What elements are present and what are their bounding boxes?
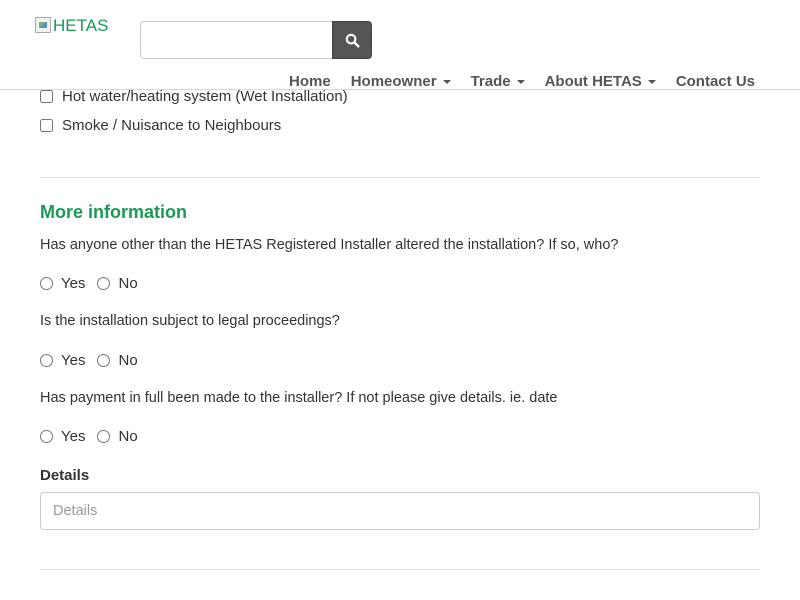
logo-alt-text: HETAS	[53, 16, 109, 35]
nav-item-contact-us[interactable]: Contact Us	[676, 73, 755, 90]
details-input[interactable]	[40, 492, 760, 530]
checkbox-row-smoke-nuisance[interactable]: Smoke / Nuisance to Neighbours	[40, 115, 281, 135]
checkbox-label: Smoke / Nuisance to Neighbours	[62, 116, 282, 134]
radio-no[interactable]	[97, 353, 111, 367]
nav-label: About HETAS	[544, 73, 642, 90]
radio-group-altered: Yes No	[40, 273, 150, 293]
radio-no[interactable]	[97, 276, 111, 290]
radio-label: Yes	[61, 351, 86, 369]
search-form	[140, 21, 372, 59]
nav-label: Home	[289, 73, 331, 90]
radio-yes[interactable]	[40, 353, 53, 367]
radio-label: No	[118, 274, 138, 292]
radio-option-no[interactable]: No	[97, 427, 138, 445]
radio-yes[interactable]	[40, 276, 53, 290]
logo[interactable]: HETAS	[35, 16, 108, 36]
search-button[interactable]	[332, 21, 372, 59]
radio-option-no[interactable]: No	[97, 274, 138, 292]
search-icon	[345, 33, 360, 48]
radio-no[interactable]	[97, 429, 111, 443]
section-divider	[40, 177, 760, 178]
caret-down-icon	[442, 79, 451, 84]
radio-label: No	[118, 351, 138, 369]
nav-label: Contact Us	[675, 73, 755, 90]
nav-label: Homeowner	[350, 73, 437, 90]
nav-item-home[interactable]: Home	[289, 73, 331, 90]
section-divider	[40, 569, 760, 570]
radio-option-yes[interactable]: Yes	[40, 352, 85, 369]
search-input[interactable]	[140, 21, 332, 59]
section-title: More information	[40, 202, 187, 222]
radio-option-yes[interactable]: Yes	[40, 428, 85, 445]
checkbox-smoke-nuisance[interactable]	[40, 118, 53, 132]
checkbox-label: Hot water/heating system (Wet Installati…	[62, 87, 348, 105]
details-label: Details	[40, 467, 90, 484]
radio-label: Yes	[61, 274, 86, 292]
radio-label: Yes	[61, 427, 86, 445]
radio-option-no[interactable]: No	[97, 351, 138, 369]
question-altered-installation: Has anyone other than the HETAS Register…	[40, 237, 619, 253]
caret-down-icon	[516, 79, 525, 84]
radio-option-yes[interactable]: Yes	[40, 275, 85, 292]
nav-item-homeowner[interactable]: Homeowner	[351, 73, 451, 90]
broken-image-icon	[35, 17, 51, 33]
checkbox-wet-installation[interactable]	[40, 89, 53, 103]
nav-item-trade[interactable]: Trade	[471, 73, 525, 90]
radio-label: No	[118, 427, 138, 445]
caret-down-icon	[647, 79, 656, 84]
nav-label: Trade	[470, 73, 511, 90]
question-payment: Has payment in full been made to the ins…	[40, 390, 558, 406]
radio-yes[interactable]	[40, 429, 53, 443]
nav-item-about-hetas[interactable]: About HETAS	[545, 73, 656, 90]
site-header: HETAS Home Homeowner Trade About HETAS C…	[0, 0, 800, 90]
radio-group-legal: Yes No	[40, 350, 150, 370]
main-nav: Home Homeowner Trade About HETAS Contact…	[269, 73, 755, 90]
radio-group-payment: Yes No	[40, 426, 150, 446]
question-legal-proceedings: Is the installation subject to legal pro…	[40, 313, 340, 329]
